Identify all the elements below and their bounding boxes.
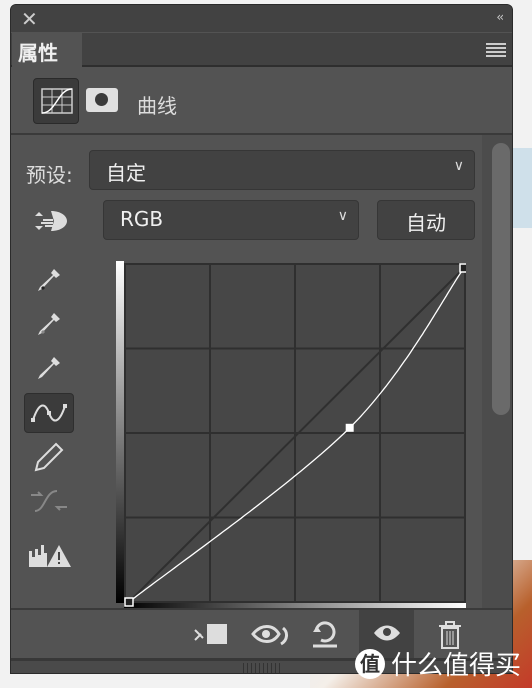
black-point-eyedropper-icon[interactable] [27,261,71,301]
output-gradient-bar [116,261,124,603]
watermark-text: 什么值得买 [391,651,522,681]
close-icon[interactable]: ✕ [21,7,38,31]
resize-grip-icon[interactable] [243,663,281,673]
clip-to-layer-icon[interactable] [193,622,231,652]
auto-button[interactable]: 自动 [377,200,475,240]
chevron-down-icon: ∨ [453,158,464,174]
double-chevron-left-icon[interactable]: ‹‹ [496,10,503,24]
preset-value: 自定 [106,161,146,185]
watermark-logo: 值 [355,648,385,679]
divider [11,133,512,135]
tab-bar: 属性 [11,33,512,67]
tab-properties[interactable]: 属性 [12,33,82,67]
mask-icon[interactable] [86,88,118,112]
curve-control-point[interactable] [459,263,466,273]
pencil-icon[interactable] [27,437,71,477]
channel-value: RGB [120,207,164,231]
adjustment-icon-button[interactable] [33,78,79,124]
adjustment-title: 曲线 [137,94,177,118]
curve-points-icon[interactable] [24,393,74,433]
scrollbar-track[interactable] [482,135,512,610]
channel-select[interactable]: RGB ∨ [103,200,359,240]
curve-control-point[interactable] [124,597,134,607]
properties-panel: ✕ ‹‹ 属性 曲线 预设: 自定 ∨ RGB ∨ 自动 [10,4,513,674]
chevron-down-icon: ∨ [337,208,348,224]
preset-label: 预设: [26,163,73,187]
watermark: 值 什么值得买 [355,645,521,682]
reset-icon[interactable] [309,620,341,654]
panel-titlebar: ✕ ‹‹ [11,5,512,32]
curves-graph[interactable] [116,261,466,608]
curves-adjustment-icon [41,88,73,114]
clipping-warning-icon[interactable] [27,535,71,575]
gray-point-eyedropper-icon[interactable] [27,305,71,345]
view-previous-icon[interactable] [251,622,291,654]
preset-select[interactable]: 自定 ∨ [89,150,475,190]
scrollbar-thumb[interactable] [492,143,510,415]
curve-control-point[interactable] [345,423,354,432]
white-point-eyedropper-icon[interactable] [27,349,71,389]
background-blue [512,148,532,228]
hamburger-menu-icon[interactable] [486,43,506,57]
on-image-adjust-icon[interactable] [31,205,71,241]
smooth-icon[interactable] [27,481,71,521]
